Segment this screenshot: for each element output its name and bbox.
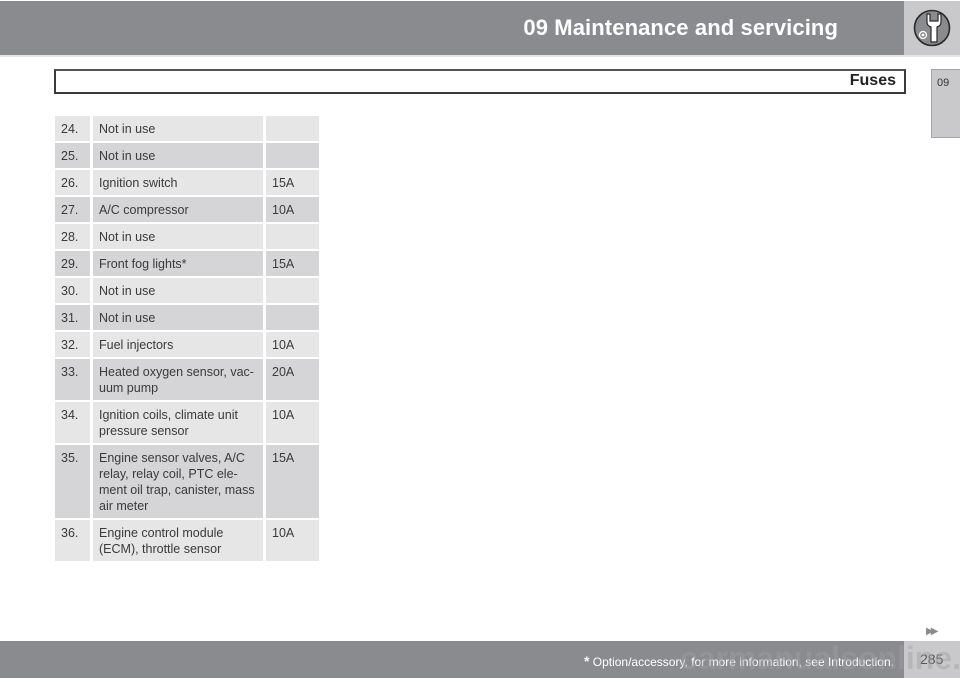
fuse-amperage [266, 116, 319, 141]
fuse-number: 28. [55, 224, 90, 249]
fuse-row: 30. Not in use [55, 278, 319, 303]
fuse-amperage: 15A [266, 251, 319, 276]
fuse-number: 30. [55, 278, 90, 303]
header-divider [0, 55, 960, 57]
fuse-description: Not in use [93, 224, 263, 249]
fuse-amperage [266, 224, 319, 249]
fuse-description: Heated oxygen sensor, vac-uum pump [93, 359, 263, 400]
fuse-amperage [266, 278, 319, 303]
fuse-description: Ignition switch [93, 170, 263, 195]
fuse-number: 33. [55, 359, 90, 400]
fuse-amperage: 20A [266, 359, 319, 400]
footer-note: * Option/accessory, for more information… [584, 653, 894, 669]
footnote-text: Option/accessory, for more information, … [589, 655, 894, 669]
fuse-number: 35. [55, 445, 90, 518]
fuse-amperage: 10A [266, 402, 319, 443]
chapter-icon-box [904, 1, 960, 55]
fuse-number: 32. [55, 332, 90, 357]
fuse-number: 25. [55, 143, 90, 168]
fuse-number: 26. [55, 170, 90, 195]
fuse-row: 28. Not in use [55, 224, 319, 249]
fuse-number: 29. [55, 251, 90, 276]
fuse-description: Fuel injectors [93, 332, 263, 357]
fuse-row: 36. Engine control module (ECM), throttle… [55, 520, 319, 561]
wrench-icon [913, 9, 951, 47]
footer-bar: * Option/accessory, for more information… [0, 641, 904, 678]
fuse-number: 24. [55, 116, 90, 141]
fuse-number: 34. [55, 402, 90, 443]
fuse-row: 35. Engine sensor valves, A/C relay, rela… [55, 445, 319, 518]
fuse-row: 29. Front fog lights* 15A [55, 251, 319, 276]
fuse-number: 36. [55, 520, 90, 561]
fuse-description: Not in use [93, 116, 263, 141]
fuse-amperage [266, 305, 319, 330]
fuse-row: 33. Heated oxygen sensor, vac-uum pump 20A [55, 359, 319, 400]
fuse-description: Engine sensor valves, A/C relay, relay c… [93, 445, 263, 518]
fuse-amperage: 10A [266, 197, 319, 222]
fuse-amperage: 15A [266, 170, 319, 195]
fuse-description: A/C compressor [93, 197, 263, 222]
section-header: Fuses [54, 69, 906, 94]
fuse-row: 26. Ignition switch 15A [55, 170, 319, 195]
double-chevron-right-icon[interactable]: ▶▶ [926, 626, 939, 637]
chapter-tab-label: 09 [937, 77, 950, 89]
fuse-table: 24. Not in use 25. Not in use 26. Ignition sw… [55, 116, 319, 563]
fuse-number: 27. [55, 197, 90, 222]
fuse-row: 31. Not in use [55, 305, 319, 330]
fuse-description: Not in use [93, 305, 263, 330]
fuse-description: Not in use [93, 143, 263, 168]
fuse-row: 34. Ignition coils, climate unit pressure… [55, 402, 319, 443]
fuse-amperage [266, 143, 319, 168]
fuse-amperage: 10A [266, 332, 319, 357]
fuse-number: 31. [55, 305, 90, 330]
fuse-description: Not in use [93, 278, 263, 303]
fuse-amperage: 10A [266, 520, 319, 561]
fuse-row: 25. Not in use [55, 143, 319, 168]
chapter-tab[interactable]: 09 [931, 69, 960, 138]
fuse-row: 24. Not in use [55, 116, 319, 141]
chapter-header: 09 Maintenance and servicing [0, 1, 904, 55]
fuse-description: Engine control module (ECM), throttle se… [93, 520, 263, 561]
fuse-amperage: 15A [266, 445, 319, 518]
page-number: 285 [920, 651, 944, 667]
fuse-row: 32. Fuel injectors 10A [55, 332, 319, 357]
fuse-description: Front fog lights* [93, 251, 263, 276]
fuse-row: 27. A/C compressor 10A [55, 197, 319, 222]
section-title: Fuses [849, 72, 896, 89]
chapter-title: 09 Maintenance and servicing [523, 15, 838, 40]
page-number-box: 285 [904, 641, 960, 678]
fuse-description: Ignition coils, climate unit pressure se… [93, 402, 263, 443]
